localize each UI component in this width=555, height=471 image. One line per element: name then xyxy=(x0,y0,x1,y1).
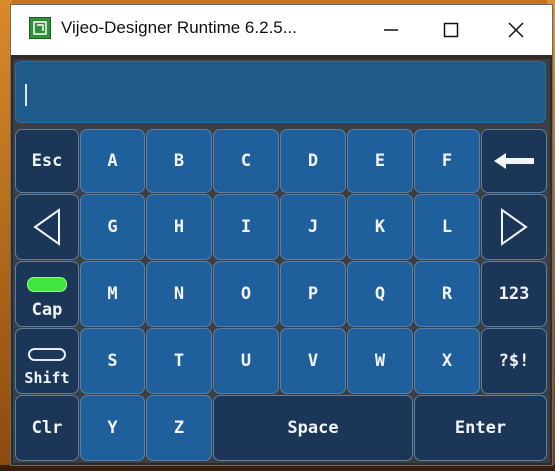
key-m[interactable]: M xyxy=(80,261,145,327)
key-w[interactable]: W xyxy=(347,328,413,394)
key-n[interactable]: N xyxy=(146,261,212,327)
key-c[interactable]: C xyxy=(213,129,279,193)
caps-lock-key[interactable]: Cap xyxy=(15,261,79,327)
esc-key[interactable]: Esc xyxy=(15,129,79,193)
shift-key[interactable]: Shift xyxy=(15,328,79,394)
cursor-left-key[interactable] xyxy=(15,194,79,260)
key-a[interactable]: A xyxy=(80,129,145,193)
key-q[interactable]: Q xyxy=(347,261,413,327)
key-u[interactable]: U xyxy=(213,328,279,394)
close-button[interactable] xyxy=(486,5,546,55)
symbols-mode-key[interactable]: ?$! xyxy=(481,328,547,394)
space-key[interactable]: Space xyxy=(213,395,413,461)
key-o[interactable]: O xyxy=(213,261,279,327)
key-t[interactable]: T xyxy=(146,328,212,394)
left-arrow-icon xyxy=(33,208,60,246)
close-icon xyxy=(508,22,524,38)
title-bar[interactable]: Vijeo-Designer Runtime 6.2.5... xyxy=(11,5,552,55)
key-s[interactable]: S xyxy=(80,328,145,394)
key-r[interactable]: R xyxy=(414,261,480,327)
right-arrow-icon xyxy=(501,208,528,246)
key-j[interactable]: J xyxy=(280,194,346,260)
key-z[interactable]: Z xyxy=(146,395,212,461)
key-g[interactable]: G xyxy=(80,194,145,260)
text-entry-field[interactable] xyxy=(15,61,546,123)
key-p[interactable]: P xyxy=(280,261,346,327)
cursor-right-key[interactable] xyxy=(481,194,547,260)
backspace-key[interactable] xyxy=(481,129,547,193)
enter-key[interactable]: Enter xyxy=(414,395,547,461)
caps-indicator xyxy=(27,277,67,292)
key-e[interactable]: E xyxy=(347,129,413,193)
clear-key[interactable]: Clr xyxy=(15,395,79,461)
text-caret xyxy=(25,84,27,106)
shift-indicator xyxy=(28,348,66,361)
key-k[interactable]: K xyxy=(347,194,413,260)
numeric-mode-key[interactable]: 123 xyxy=(481,261,547,327)
window-title: Vijeo-Designer Runtime 6.2.5... xyxy=(61,18,297,37)
key-f[interactable]: F xyxy=(414,129,480,193)
maximize-button[interactable] xyxy=(421,5,481,55)
key-l[interactable]: L xyxy=(414,194,480,260)
key-i[interactable]: I xyxy=(213,194,279,260)
key-b[interactable]: B xyxy=(146,129,212,193)
key-y[interactable]: Y xyxy=(80,395,145,461)
minimize-icon xyxy=(384,29,398,31)
key-d[interactable]: D xyxy=(280,129,346,193)
maximize-icon xyxy=(443,22,459,38)
runtime-keypad-window: Vijeo-Designer Runtime 6.2.5... Esc A B xyxy=(10,4,553,466)
backspace-arrow-icon xyxy=(494,153,534,169)
key-v[interactable]: V xyxy=(280,328,346,394)
key-x[interactable]: X xyxy=(414,328,480,394)
keypad-panel: Esc A B C D E F G H I J K L Cap M N O P … xyxy=(13,59,550,463)
vijeo-app-icon xyxy=(29,17,51,39)
key-h[interactable]: H xyxy=(146,194,212,260)
minimize-button[interactable] xyxy=(361,5,421,55)
